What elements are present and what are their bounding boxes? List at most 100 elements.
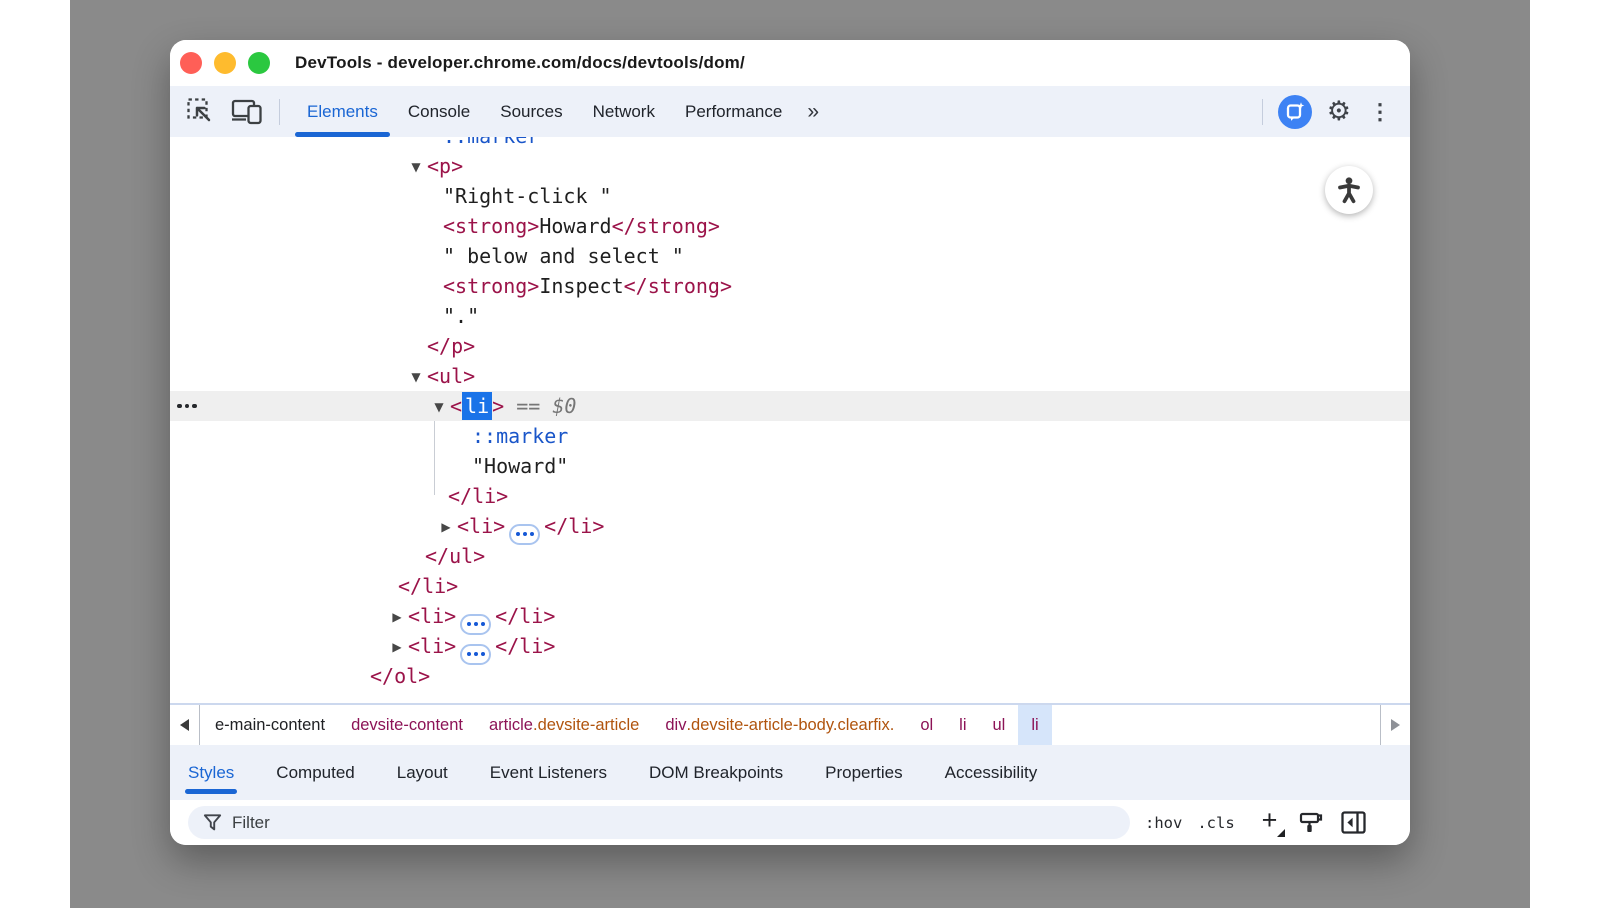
breadcrumb: e-main-contentdevsite-contentarticle.dev… — [202, 705, 1052, 745]
tree-row-li-selected[interactable]: ▼<li> == $0 — [170, 391, 1410, 421]
tree-row-text[interactable]: "." — [170, 301, 1410, 331]
expand-arrow-icon[interactable]: ▶ — [386, 602, 408, 632]
tree-token: <ul> — [427, 364, 475, 388]
collapse-arrow-icon[interactable]: ▼ — [428, 392, 450, 422]
inspect-icon[interactable] — [186, 97, 215, 126]
breadcrumb-item[interactable]: ol — [907, 705, 946, 745]
accessibility-fab[interactable] — [1325, 166, 1373, 214]
breadcrumb-item[interactable]: devsite-content — [338, 705, 476, 745]
tree-token: Inspect — [539, 274, 623, 298]
close-window-button[interactable] — [180, 52, 202, 74]
collapse-arrow-icon[interactable]: ▼ — [405, 152, 427, 182]
tree-token: </li> — [495, 604, 555, 628]
tree-row-li-collapsed[interactable]: ▶<li> </li> — [170, 601, 1410, 631]
tree-row-text[interactable]: "Right-click " — [170, 181, 1410, 211]
breadcrumb-scroll-left-button[interactable] — [170, 705, 200, 745]
breadcrumb-segment: .devsite-article — [533, 716, 639, 735]
tree-row-p-close[interactable]: </p> — [170, 331, 1410, 361]
tree-token: </strong> — [624, 274, 732, 298]
toolbar-divider — [279, 99, 280, 125]
collapse-arrow-icon[interactable]: ▼ — [405, 362, 427, 392]
tree-row-li-close[interactable]: </li> — [170, 571, 1410, 601]
breadcrumb-item[interactable]: li — [1018, 705, 1051, 745]
tree-token: </li> — [398, 574, 458, 598]
tree-token: <li> — [408, 604, 456, 628]
filter-funnel-icon — [202, 812, 223, 833]
tab-dom-breakpoints[interactable]: DOM Breakpoints — [628, 745, 804, 800]
tab-elements[interactable]: Elements — [292, 86, 393, 137]
tree-token: "Howard" — [472, 454, 568, 478]
tab-layout[interactable]: Layout — [376, 745, 469, 800]
tree-row-li-close[interactable]: </li> — [170, 481, 1410, 511]
minimize-window-button[interactable] — [214, 52, 236, 74]
panel-tabs: ElementsConsoleSourcesNetworkPerformance — [292, 86, 797, 137]
paint-roller-icon[interactable] — [1298, 809, 1325, 836]
tab-network[interactable]: Network — [578, 86, 670, 137]
tab-performance[interactable]: Performance — [670, 86, 797, 137]
tree-row-ul-open[interactable]: ▼<ul> — [170, 361, 1410, 391]
accessibility-person-icon — [1334, 175, 1364, 205]
tab-sources[interactable]: Sources — [485, 86, 577, 137]
breadcrumb-bar: e-main-contentdevsite-contentarticle.dev… — [170, 703, 1410, 745]
breadcrumb-segment: li — [959, 716, 966, 735]
tree-row-ul-close[interactable]: </ul> — [170, 541, 1410, 571]
maximize-window-button[interactable] — [248, 52, 270, 74]
tree-row-strong[interactable]: <strong>Howard</strong> — [170, 211, 1410, 241]
ai-assistant-icon[interactable] — [1278, 95, 1312, 129]
dom-tree-rows: ::marker▼<p>"Right-click "<strong>Howard… — [170, 137, 1410, 691]
kebab-menu-icon[interactable]: ⋮ — [1366, 101, 1394, 123]
breadcrumb-segment: ul — [993, 716, 1006, 735]
settings-gear-icon[interactable]: ⚙ — [1327, 98, 1351, 125]
tab-console[interactable]: Console — [393, 86, 485, 137]
toggle-sidebar-icon[interactable] — [1340, 810, 1367, 835]
left-arrow-icon — [180, 719, 189, 731]
selected-tag-name: li — [462, 392, 492, 420]
more-tabs-chevron-icon[interactable]: » — [797, 86, 829, 137]
devtools-window: DevTools - developer.chrome.com/docs/dev… — [170, 40, 1410, 845]
tree-token: <strong> — [443, 214, 539, 238]
breadcrumb-item[interactable]: e-main-content — [202, 705, 338, 745]
tree-row-li-collapsed[interactable]: ▶<li></li> — [170, 511, 1410, 541]
tree-token: Howard — [539, 214, 611, 238]
tree-token: ::marker — [472, 424, 568, 448]
tree-token: <p> — [427, 154, 463, 178]
tab-accessibility[interactable]: Accessibility — [924, 745, 1059, 800]
tree-row-p-open[interactable]: ▼<p> — [170, 151, 1410, 181]
overflow-dots-icon[interactable] — [177, 391, 197, 421]
tree-token: $0 — [552, 394, 576, 418]
sidebar-tabs: Styles ComputedLayoutEvent ListenersDOM B… — [170, 745, 1410, 800]
breadcrumb-segment: div — [665, 716, 686, 735]
tree-row-text[interactable]: "Howard" — [170, 451, 1410, 481]
breadcrumb-scroll-right-button[interactable] — [1380, 705, 1410, 745]
toggle-element-state-button[interactable]: :hov — [1145, 814, 1182, 832]
breadcrumb-item[interactable]: article.devsite-article — [476, 705, 652, 745]
tree-token: </strong> — [612, 214, 720, 238]
new-style-rule-icon[interactable]: + — [1254, 807, 1284, 838]
indent-guide — [434, 421, 435, 495]
tree-row-strong[interactable]: <strong>Inspect</strong> — [170, 271, 1410, 301]
tree-token: </p> — [427, 334, 475, 358]
tree-token: <li> — [408, 634, 456, 658]
tab-properties[interactable]: Properties — [804, 745, 923, 800]
breadcrumb-item[interactable]: li — [946, 705, 979, 745]
element-classes-button[interactable]: .cls — [1197, 814, 1234, 832]
tree-row-text[interactable]: " below and select " — [170, 241, 1410, 271]
title-bar: DevTools - developer.chrome.com/docs/dev… — [170, 40, 1410, 86]
breadcrumb-segment: li — [1031, 716, 1038, 735]
filter-input[interactable] — [188, 806, 1130, 839]
device-toolbar-icon[interactable] — [231, 98, 263, 125]
tab-label: Styles — [188, 747, 234, 799]
tree-row-marker-clipped[interactable]: ::marker — [170, 137, 1410, 151]
tree-token: </li> — [448, 484, 508, 508]
tree-row-marker[interactable]: ::marker — [170, 421, 1410, 451]
tree-row-ol-close[interactable]: </ol> — [170, 661, 1410, 691]
tab-computed[interactable]: Computed — [255, 745, 375, 800]
breadcrumb-item[interactable]: div.devsite-article-body.clearfix. — [652, 705, 907, 745]
tab-event-listeners[interactable]: Event Listeners — [469, 745, 628, 800]
tab-label: Accessibility — [945, 747, 1038, 799]
expand-arrow-icon[interactable]: ▶ — [386, 632, 408, 662]
tree-row-li-collapsed[interactable]: ▶<li></li> — [170, 631, 1410, 661]
breadcrumb-item[interactable]: ul — [980, 705, 1019, 745]
expand-arrow-icon[interactable]: ▶ — [435, 512, 457, 542]
tab-styles[interactable]: Styles — [188, 745, 255, 800]
